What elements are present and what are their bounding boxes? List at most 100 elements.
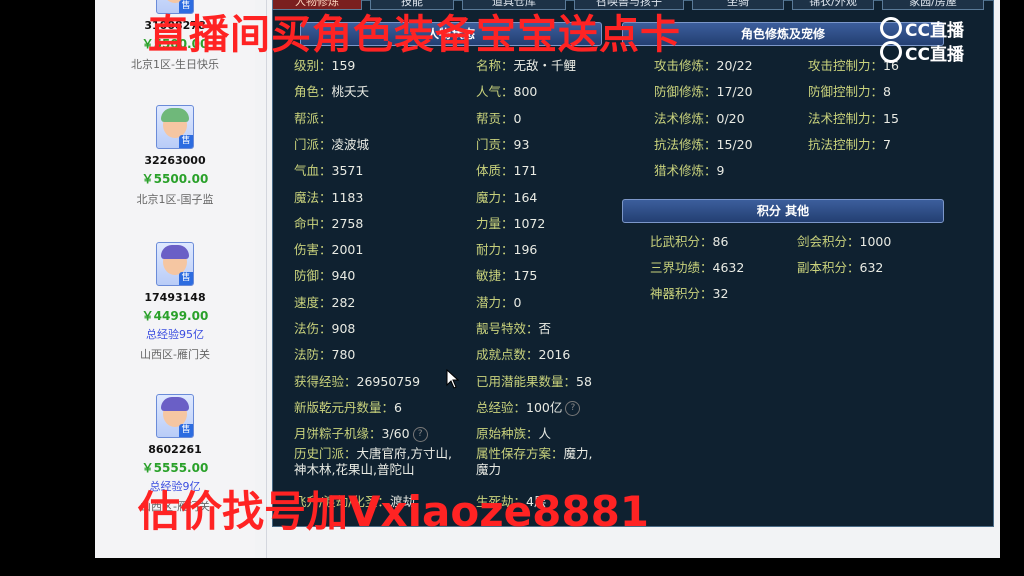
field-label: 靓号特效： [476,321,539,336]
tab-6[interactable]: 家园/房屋 [882,0,984,10]
field-label: 比武积分： [650,234,713,249]
field-label: 角色： [294,84,332,100]
avatar-hair [161,245,189,259]
character-avatar[interactable]: 售 [156,394,194,438]
field-value: 632 [859,260,884,275]
attribute-field: 月饼粽子机缘：3/60? [294,423,428,443]
cc-logo-icon [880,41,902,63]
field-label: 副本积分： [797,260,860,275]
attribute-field: 力量：1072 [476,213,545,232]
field-value: 否 [538,321,552,336]
attribute-field: 人气：800 [476,81,537,100]
field-value: 26950759 [356,373,421,389]
cc-logo-icon [880,17,902,39]
field-label: 法防： [294,347,332,363]
attribute-field: 法防：780 [294,344,355,363]
listing-card[interactable]: 售 32263000 ￥5500.00 北京1区-国子监 [95,105,255,207]
field-label: 命中： [294,215,332,231]
field-label: 防御修炼： [654,84,717,100]
attribute-field: 魔法：1183 [294,187,363,206]
attribute-field: 防御：940 [294,265,355,284]
character-price: ￥5555.00 [141,461,209,475]
avatar-hair [161,397,189,411]
attribute-field: 角色：桃夭夭 [294,81,369,100]
field-label: 敏捷： [476,268,514,284]
listing-card[interactable]: 售 17493148 ￥4499.00 总经验95亿 山西区-雁门关 [95,242,255,362]
field-value: 凌波城 [331,136,370,152]
character-id[interactable]: 8602261 [95,443,255,456]
field-label: 攻击修炼： [654,58,717,73]
tab-4[interactable]: 坐骑 [692,0,784,10]
field-value: 164 [513,189,538,205]
attribute-field: 总经验：100亿? [476,397,581,416]
field-value: 86 [712,234,729,249]
help-icon[interactable]: ? [565,400,581,416]
attribute-field: 靓号特效：否 [476,318,551,337]
attribute-field: 新版乾元丹数量：6 [294,397,402,416]
field-label: 帮派： [294,110,332,126]
total-exp-link[interactable]: 总经验95亿 [95,326,255,342]
cultivation-field: 法术修炼：0/20 [654,108,745,127]
field-value: 100亿 [526,399,563,415]
avatar-hair [161,108,189,122]
field-label: 防御： [294,268,332,284]
attribute-field: 气血：3571 [294,160,363,179]
field-value: 无敌・千鲤 [513,58,577,73]
field-label: 历史门派： [294,446,357,461]
points-field: 比武积分：86 [650,231,728,250]
field-value: 32 [712,286,729,301]
help-icon[interactable]: ? [412,427,428,443]
character-avatar[interactable]: 售 [156,242,194,286]
field-value: 8 [883,84,891,100]
field-value: 3571 [331,163,364,179]
field-label: 速度： [294,294,332,310]
field-label: 魔力： [476,189,514,205]
field-label: 名称： [476,58,514,73]
field-value: 940 [331,268,356,284]
cc-live-logo: CC直播 CC直播 [880,16,964,65]
field-label: 体质： [476,163,514,179]
field-value: 15 [883,110,899,126]
field-value: 282 [331,294,356,310]
points-field: 剑会积分：1000 [797,231,891,250]
character-avatar[interactable]: 售 [156,105,194,149]
character-price: ￥5500.00 [141,172,209,186]
attribute-field: 原始种族：人 [476,423,551,442]
field-value: 15/20 [716,136,753,152]
points-field: 神器积分：32 [650,283,728,302]
stream-overlay-top: 直播间买角色装备宝宝送点卡 [148,12,681,58]
field-value: 4632 [712,260,745,275]
field-value: 58 [576,373,592,389]
field-value: 1072 [513,215,546,231]
attribute-field: 门贡：93 [476,134,529,153]
attribute-field: 耐力：196 [476,239,537,258]
field-value: 2001 [331,242,364,258]
attribute-field: 魔力：164 [476,187,537,206]
field-label: 力量： [476,215,514,231]
cultivation-field: 猎术修炼：9 [654,160,724,179]
field-label: 新版乾元丹数量： [294,399,395,415]
attribute-field: 潜力：0 [476,292,521,311]
attribute-field: 已用潜能果数量：58 [476,371,592,390]
attribute-field: 门派：凌波城 [294,134,369,153]
character-id[interactable]: 17493148 [95,291,255,304]
field-value: 159 [331,58,356,73]
attribute-field: 获得经验：26950759 [294,371,420,390]
field-label: 帮贡： [476,110,514,126]
field-label: 抗法控制力： [808,136,884,152]
cultivation-field: 防御修炼：17/20 [654,81,753,100]
points-section-header: 积分 其他 [622,199,944,223]
field-value: 93 [513,136,530,152]
tab-5[interactable]: 锦衣/外观 [792,0,874,10]
field-value: 1000 [859,234,892,249]
attribute-field: 帮贡：0 [476,108,521,127]
character-id[interactable]: 32263000 [95,154,255,167]
field-label: 攻击控制力： [808,58,884,73]
field-label: 法伤： [294,321,332,336]
field-label: 耐力： [476,242,514,258]
field-label: 门贡： [476,136,514,152]
pet-control-field: 抗法控制力：7 [808,134,891,153]
pet-control-field: 法术控制力：15 [808,108,899,127]
attribute-field: 成就点数：2016 [476,344,570,363]
field-value: 908 [331,321,356,336]
